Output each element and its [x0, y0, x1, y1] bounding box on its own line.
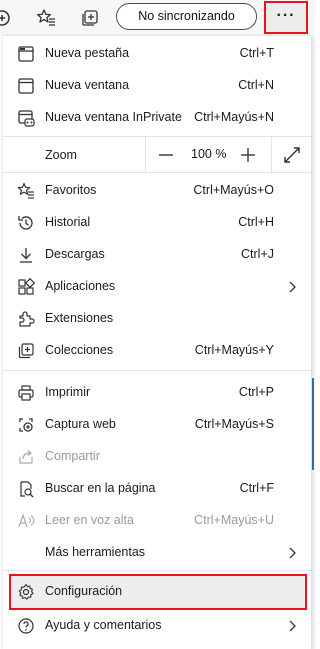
menu-item-label: Descargas — [45, 247, 105, 261]
help-icon — [17, 617, 35, 635]
chevron-right-icon — [285, 619, 299, 633]
share-icon — [17, 448, 35, 466]
menu-item-shortcut: Ctrl+Mayús+N — [194, 110, 274, 124]
collections-icon — [17, 342, 35, 360]
menu-item-label: Nueva pestaña — [45, 46, 130, 60]
menu-item-shortcut: Ctrl+P — [238, 385, 274, 399]
menu-divider — [3, 172, 311, 173]
menu-item-shortcut: Ctrl+F — [239, 481, 274, 495]
menu-item-settings[interactable]: Configuración — [3, 576, 311, 608]
menu-item-label: Historial — [45, 215, 91, 229]
menu-item-more-tools[interactable]: Más herramientas — [3, 537, 311, 569]
menu-item-shortcut: Ctrl+J — [241, 247, 274, 261]
menu-item-shortcut: Ctrl+Mayús+U — [194, 513, 274, 527]
menu-item-shortcut: Ctrl+N — [238, 78, 274, 92]
favorites-star-icon[interactable] — [36, 8, 56, 28]
menu-item-label: Extensiones — [45, 311, 114, 325]
menu-item-label: Imprimir — [45, 385, 91, 399]
collections-icon[interactable] — [80, 8, 100, 28]
menu-item-web-capture[interactable]: Captura web Ctrl+Mayús+S — [3, 409, 311, 441]
partial-icon[interactable] — [0, 8, 12, 28]
menu-item-share: Compartir — [3, 441, 311, 473]
chevron-right-icon — [285, 546, 299, 560]
menu-item-shortcut: Ctrl+Mayús+O — [193, 183, 274, 197]
zoom-separator — [145, 137, 146, 172]
more-options-button[interactable]: ··· — [264, 1, 308, 34]
menu-item-collections[interactable]: Colecciones Ctrl+Mayús+Y — [3, 335, 311, 367]
menu-item-label: Favoritos — [45, 183, 97, 197]
menu-item-label: Más herramientas — [45, 545, 146, 559]
menu-item-label: Nueva ventana InPrivate — [45, 110, 182, 124]
inprivate-icon — [17, 109, 35, 127]
zoom-out-icon[interactable] — [155, 144, 177, 166]
menu-item-find-on-page[interactable]: Buscar en la página Ctrl+F — [3, 473, 311, 505]
scrollbar-track[interactable] — [311, 36, 315, 649]
settings-menu: Nueva pestaña Ctrl+T Nueva ventana Ctrl+… — [3, 36, 311, 649]
menu-item-apps[interactable]: Aplicaciones — [3, 271, 311, 303]
new-window-icon — [17, 77, 35, 95]
menu-item-label: Configuración — [45, 584, 123, 598]
menu-item-label: Nueva ventana — [45, 78, 130, 92]
fullscreen-icon[interactable] — [281, 144, 303, 166]
menu-item-shortcut: Ctrl+Mayús+Y — [194, 343, 274, 357]
new-tab-icon — [17, 45, 35, 63]
menu-divider — [3, 570, 311, 571]
read-aloud-icon — [17, 512, 35, 530]
favorites-icon — [17, 182, 35, 200]
menu-item-downloads[interactable]: Descargas Ctrl+J — [3, 239, 311, 271]
menu-item-favorites[interactable]: Favoritos Ctrl+Mayús+O — [3, 175, 311, 207]
menu-item-label: Leer en voz alta — [45, 513, 134, 527]
history-icon — [17, 214, 35, 232]
menu-item-read-aloud: Leer en voz alta Ctrl+Mayús+U — [3, 505, 311, 537]
zoom-label: Zoom — [45, 148, 77, 162]
chevron-right-icon — [285, 280, 299, 294]
extensions-icon — [17, 310, 35, 328]
menu-item-shortcut: Ctrl+H — [238, 215, 274, 229]
menu-item-label: Compartir — [45, 449, 100, 463]
print-icon — [17, 384, 35, 402]
menu-item-new-window[interactable]: Nueva ventana Ctrl+N — [3, 70, 311, 102]
menu-item-new-inprivate-window[interactable]: Nueva ventana InPrivate Ctrl+Mayús+N — [3, 102, 311, 134]
sync-status-button[interactable]: No sincronizando — [116, 3, 257, 30]
zoom-in-icon[interactable] — [237, 144, 259, 166]
settings-icon — [17, 583, 35, 601]
menu-item-extensions[interactable]: Extensiones — [3, 303, 311, 335]
zoom-separator — [271, 137, 272, 172]
apps-icon — [17, 278, 35, 296]
find-icon — [17, 480, 35, 498]
download-icon — [17, 246, 35, 264]
menu-item-shortcut: Ctrl+T — [239, 46, 274, 60]
menu-item-shortcut: Ctrl+Mayús+S — [194, 417, 274, 431]
menu-item-print[interactable]: Imprimir Ctrl+P — [3, 377, 311, 409]
menu-item-label: Buscar en la página — [45, 481, 156, 495]
menu-item-new-tab[interactable]: Nueva pestaña Ctrl+T — [3, 38, 311, 70]
web-capture-icon — [17, 416, 35, 434]
menu-divider — [3, 136, 311, 137]
menu-item-history[interactable]: Historial Ctrl+H — [3, 207, 311, 239]
scrollbar-thumb[interactable] — [312, 378, 314, 470]
menu-item-help-feedback[interactable]: Ayuda y comentarios — [3, 610, 311, 642]
menu-item-label: Ayuda y comentarios — [45, 618, 162, 632]
browser-toolbar: No sincronizando ··· — [0, 0, 315, 36]
zoom-value: 100 % — [191, 147, 227, 161]
menu-item-label: Captura web — [45, 417, 116, 431]
menu-divider — [3, 370, 311, 371]
menu-item-label: Aplicaciones — [45, 279, 116, 293]
menu-item-label: Colecciones — [45, 343, 114, 357]
